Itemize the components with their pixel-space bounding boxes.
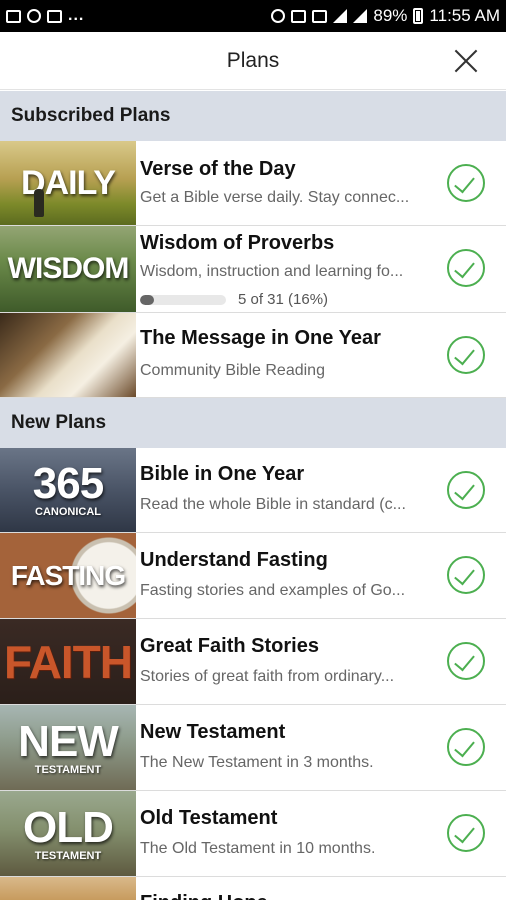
plan-title: Bible in One Year <box>140 463 305 485</box>
plan-row-old-testament[interactable]: OLD TESTAMENT Old Testament The Old Test… <box>0 791 506 877</box>
plan-row-message-one-year[interactable]: The Message in One Year Community Bible … <box>0 313 506 398</box>
plan-description: Wisdom, instruction and learning fo... <box>140 263 404 280</box>
plan-title: Old Testament <box>140 807 278 829</box>
check-circle-icon[interactable] <box>447 556 485 594</box>
close-icon[interactable] <box>454 49 478 73</box>
plan-description: Community Bible Reading <box>140 362 325 379</box>
progress-bar <box>140 294 226 305</box>
plan-title: Great Faith Stories <box>140 635 319 657</box>
wifi-calling-icon <box>291 9 307 23</box>
thumbnail-subtext: CANONICAL <box>35 506 101 518</box>
plan-thumbnail: 365 CANONICAL <box>0 448 136 532</box>
gallery-icon <box>6 9 21 23</box>
plan-description: Read the whole Bible in standard (c... <box>140 496 406 513</box>
youtube-icon <box>47 9 62 23</box>
page-title: Plans <box>226 48 280 72</box>
plan-row-understand-fasting[interactable]: FASTING Understand Fasting Fasting stori… <box>0 533 506 619</box>
plan-title: New Testament <box>140 721 286 743</box>
plan-row-bible-one-year[interactable]: 365 CANONICAL Bible in One Year Read the… <box>0 448 506 533</box>
battery-icon <box>413 8 424 24</box>
section-header-new: New Plans <box>0 398 506 448</box>
plan-progress: 5 of 31 (16%) <box>140 291 328 308</box>
progress-fill <box>140 294 154 305</box>
thumbnail-text: OLD <box>23 802 114 852</box>
signal-strength-icon <box>353 9 368 23</box>
plan-description: Stories of great faith from ordinary... <box>140 668 395 685</box>
thumbnail-text: NEW <box>18 716 119 766</box>
plan-description: The Old Testament in 10 months. <box>140 840 376 857</box>
cellular-signal-icon <box>333 9 348 23</box>
plan-title: Verse of the Day <box>140 158 296 180</box>
telegram-icon <box>27 9 41 23</box>
plan-thumbnail <box>0 877 136 900</box>
thumbnail-text: WISDOM <box>7 252 130 285</box>
plan-thumbnail: WISDOM <box>0 226 136 312</box>
thumbnail-subtext: TESTAMENT <box>34 763 102 776</box>
plan-thumbnail: DAILY <box>0 141 136 225</box>
plan-description: Fasting stories and examples of Go... <box>140 582 406 599</box>
clock: 11:55 AM <box>429 6 500 25</box>
thumbnail-text: 365 <box>32 459 104 508</box>
plan-title: Understand Fasting <box>140 549 328 571</box>
thumbnail-text: FASTING <box>10 559 126 591</box>
plan-row-verse-of-the-day[interactable]: DAILY Verse of the Day Get a Bible verse… <box>0 141 506 226</box>
plan-description: The New Testament in 3 months. <box>140 754 374 771</box>
plan-thumbnail: FAITH <box>0 619 136 704</box>
plan-thumbnail: NEW TESTAMENT <box>0 705 136 790</box>
sim-icon <box>312 9 328 23</box>
plan-row-finding-hope[interactable]: Finding Hope <box>0 877 506 900</box>
check-circle-icon[interactable] <box>447 164 485 202</box>
progress-label: 5 of 31 (16%) <box>238 291 329 308</box>
check-circle-icon[interactable] <box>447 814 485 852</box>
plan-row-wisdom-of-proverbs[interactable]: WISDOM Wisdom of Proverbs Wisdom, instru… <box>0 226 506 313</box>
thumbnail-text: FAITH <box>4 635 133 688</box>
section-header-subscribed: Subscribed Plans <box>0 91 506 141</box>
status-bar: ... 89% 11:55 AM <box>0 0 506 32</box>
check-circle-icon[interactable] <box>447 249 485 287</box>
plan-row-new-testament[interactable]: NEW TESTAMENT New Testament The New Test… <box>0 705 506 791</box>
thumbnail-subtext: TESTAMENT <box>34 849 102 862</box>
plan-title: Wisdom of Proverbs <box>140 232 335 254</box>
plan-description: Get a Bible verse daily. Stay connec... <box>140 189 410 206</box>
check-circle-icon[interactable] <box>447 728 485 766</box>
plan-thumbnail: FASTING <box>0 533 136 618</box>
app-bar: Plans <box>0 32 506 90</box>
plan-title: The Message in One Year <box>140 327 381 349</box>
plan-thumbnail-bible-book <box>0 313 136 397</box>
more-notifications-icon: ... <box>68 7 85 24</box>
check-circle-icon[interactable] <box>447 471 485 509</box>
plan-thumbnail: OLD TESTAMENT <box>0 791 136 876</box>
alarm-icon <box>271 9 286 23</box>
check-circle-icon[interactable] <box>447 336 485 374</box>
plan-row-great-faith-stories[interactable]: FAITH Great Faith Stories Stories of gre… <box>0 619 506 705</box>
check-circle-icon[interactable] <box>447 642 485 680</box>
battery-percent: 89% <box>373 6 408 25</box>
plan-title: Finding Hope <box>140 892 268 900</box>
